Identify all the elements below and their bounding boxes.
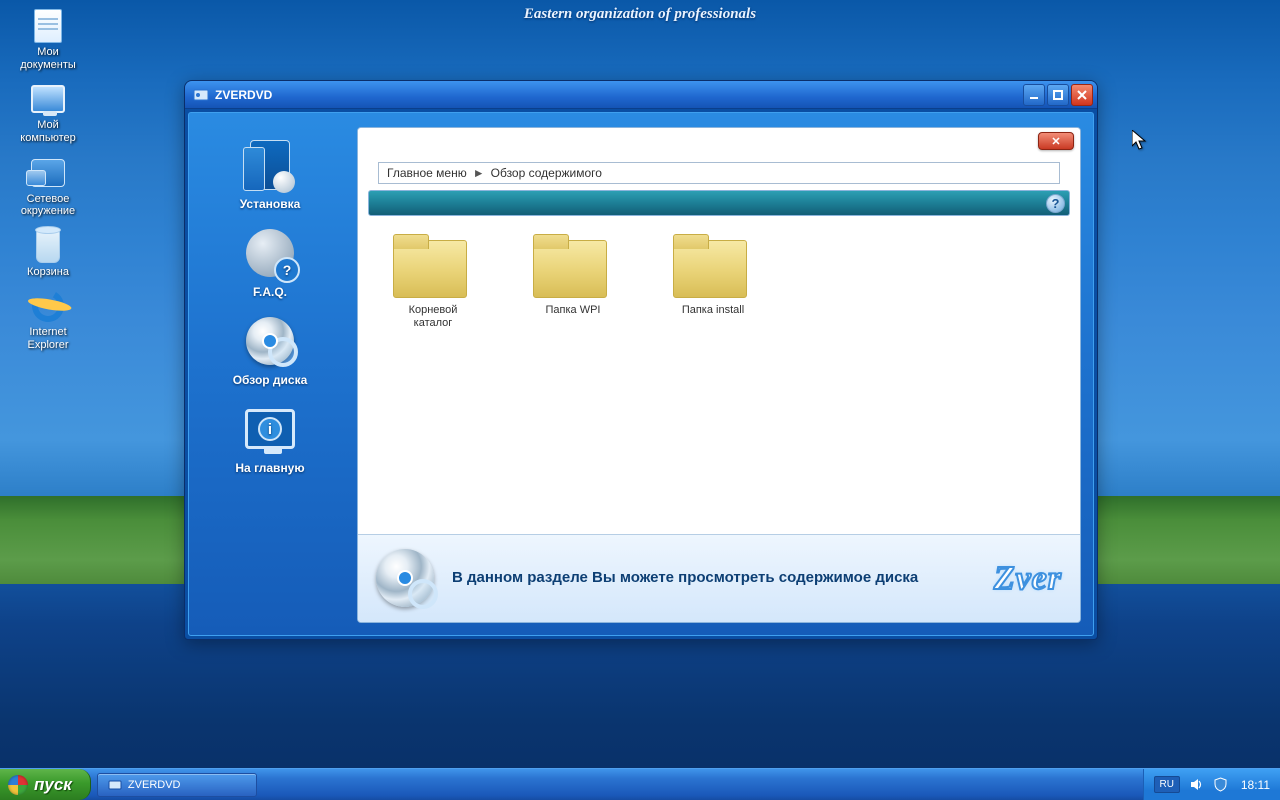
network-icon	[30, 155, 66, 191]
folder-root-catalog[interactable]: Корневой каталог	[378, 234, 488, 330]
task-app-icon	[108, 778, 122, 792]
faq-reel-icon	[238, 225, 302, 281]
folder-label: Папка WPI	[546, 304, 601, 317]
desktop-icon-recycle-bin[interactable]: Корзина	[8, 228, 88, 279]
desktop-icon-network[interactable]: Сетевое окружение	[8, 155, 88, 218]
monitor-info-icon: i	[238, 401, 302, 457]
sidebar-item-home[interactable]: i На главную	[233, 397, 306, 479]
disc-magnifier-icon	[238, 313, 302, 369]
windows-logo-icon	[8, 775, 28, 795]
sidebar-item-disc-review[interactable]: Обзор диска	[231, 309, 310, 391]
breadcrumb-root: Главное меню	[387, 166, 467, 180]
maximize-button[interactable]	[1047, 84, 1069, 106]
folder-install[interactable]: Папка install	[658, 234, 768, 317]
install-box-icon	[238, 137, 302, 193]
desktop-icon-label: Internet Explorer	[28, 326, 69, 351]
section-divider: ?	[368, 190, 1070, 216]
sidebar: Установка F.A.Q. Обзор диска i На главну…	[195, 127, 345, 623]
sidebar-item-install[interactable]: Установка	[236, 133, 304, 215]
taskbar: пуск ZVERDVD RU 18:11	[0, 768, 1280, 800]
folder-label: Корневой каталог	[409, 304, 458, 330]
computer-icon	[30, 81, 66, 117]
desktop-icon-my-documents[interactable]: Мои документы	[8, 8, 88, 71]
info-text: В данном разделе Вы можете просмотреть с…	[452, 568, 978, 588]
sidebar-item-label: На главную	[235, 461, 304, 475]
breadcrumb-leaf: Обзор содержимого	[491, 166, 602, 180]
folder-icon	[673, 234, 753, 298]
window-title: ZVERDVD	[215, 88, 1023, 102]
desktop-icon-ie[interactable]: Internet Explorer	[8, 288, 88, 351]
info-bar: В данном разделе Вы можете просмотреть с…	[358, 534, 1080, 622]
start-button[interactable]: пуск	[0, 769, 91, 800]
desktop-icons: Мои документы Мой компьютер Сетевое окру…	[8, 8, 88, 362]
breadcrumb-separator-icon: ►	[473, 166, 485, 180]
window-body: Установка F.A.Q. Обзор диска i На главну…	[188, 112, 1094, 636]
documents-icon	[30, 8, 66, 44]
close-button[interactable]	[1071, 84, 1093, 106]
app-window: ZVERDVD Установка F.A.Q. Обзор ди	[184, 80, 1098, 640]
sidebar-item-faq[interactable]: F.A.Q.	[236, 221, 304, 303]
system-tray: RU 18:11	[1143, 769, 1280, 800]
content-pane: ✕ Главное меню ► Обзор содержимого ? Кор…	[357, 127, 1081, 623]
minimize-button[interactable]	[1023, 84, 1045, 106]
window-app-icon	[193, 87, 209, 103]
taskbar-task-zverdvd[interactable]: ZVERDVD	[97, 773, 257, 797]
mouse-cursor-icon	[1132, 130, 1148, 152]
taskbar-tasks: ZVERDVD	[91, 769, 1143, 800]
sidebar-item-label: Установка	[240, 197, 301, 211]
folder-icon	[393, 234, 473, 298]
folder-icon	[533, 234, 613, 298]
sidebar-item-label: Обзор диска	[233, 373, 308, 387]
desktop-icon-label: Мои документы	[20, 46, 76, 71]
disc-search-icon	[376, 549, 436, 609]
sidebar-item-label: F.A.Q.	[253, 285, 287, 299]
desktop-icon-label: Сетевое окружение	[21, 193, 75, 218]
brand-logo: Zver	[994, 560, 1062, 598]
wallpaper-slogan: Eastern organization of professionals	[524, 6, 756, 23]
folder-wpi[interactable]: Папка WPI	[518, 234, 628, 317]
help-button[interactable]: ?	[1046, 194, 1065, 213]
desktop-icon-label: Корзина	[27, 266, 69, 279]
tray-clock[interactable]: 18:11	[1236, 778, 1270, 792]
internet-explorer-icon	[30, 288, 66, 324]
task-label: ZVERDVD	[128, 779, 181, 791]
folder-grid: Корневой каталог Папка WPI Папка install	[358, 216, 1080, 534]
language-indicator[interactable]: RU	[1154, 776, 1180, 793]
titlebar[interactable]: ZVERDVD	[185, 81, 1097, 109]
inner-close-button[interactable]: ✕	[1038, 132, 1074, 150]
volume-icon[interactable]	[1188, 777, 1204, 793]
breadcrumb[interactable]: Главное меню ► Обзор содержимого	[378, 162, 1060, 184]
recycle-bin-icon	[30, 228, 66, 264]
desktop-icon-label: Мой компьютер	[20, 119, 75, 144]
folder-label: Папка install	[682, 304, 744, 317]
shield-icon[interactable]	[1212, 777, 1228, 793]
start-label: пуск	[34, 775, 72, 795]
desktop-icon-my-computer[interactable]: Мой компьютер	[8, 81, 88, 144]
